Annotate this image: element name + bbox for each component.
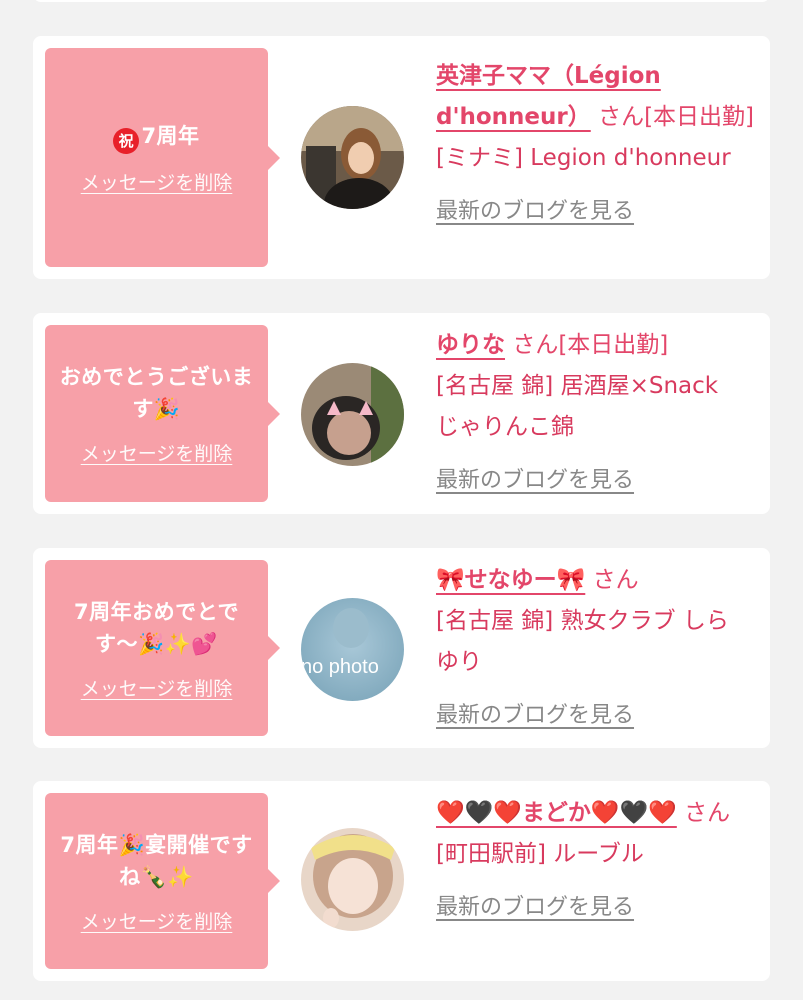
member-status: さん[本日出勤] <box>512 332 669 358</box>
no-photo-text: no photo <box>301 656 379 678</box>
message-card: 祝 7周年 メッセージを削除 英津子ママ（Légion d'honneur） さん… <box>33 36 770 279</box>
avatar[interactable] <box>301 106 404 209</box>
member-name-line: ゆりな さん[本日出勤] <box>436 325 756 366</box>
member-info: 英津子ママ（Légion d'honneur） さん[本日出勤] [ミナミ] L… <box>436 56 756 232</box>
message-bubble: おめでとうございます🎉 メッセージを削除 <box>45 325 280 502</box>
avatar[interactable] <box>301 363 404 466</box>
previous-card-edge <box>33 0 770 2</box>
member-name-link[interactable]: ❤️🖤❤️まどか❤️🖤❤️ <box>436 800 677 826</box>
member-name-line: ❤️🖤❤️まどか❤️🖤❤️ さん <box>436 793 756 834</box>
message-text: 7周年おめでとです〜🎉✨💕 <box>74 599 239 656</box>
message-card: 7周年🎉宴開催ですね🍾✨ メッセージを削除 ❤️🖤❤️まどか❤️🖤❤️ さん [… <box>33 781 770 981</box>
blog-link[interactable]: 最新のブログを見る <box>436 887 634 928</box>
shop-name: [町田駅前] ルーブル <box>436 841 644 867</box>
message-bubble: 7周年🎉宴開催ですね🍾✨ メッセージを削除 <box>45 793 280 969</box>
delete-message-link[interactable]: メッセージを削除 <box>81 168 233 195</box>
member-status: さん <box>684 800 731 826</box>
avatar[interactable]: no photo <box>301 598 404 701</box>
member-name-line: 英津子ママ（Légion d'honneur） さん[本日出勤] <box>436 56 756 138</box>
member-status: さん[本日出勤] <box>598 104 755 130</box>
member-name-line: 🎀せなゆー🎀 さん <box>436 560 756 601</box>
member-status: さん <box>592 567 639 593</box>
member-info: 🎀せなゆー🎀 さん [名古屋 錦] 熟女クラブ しらゆり 最新のブログを見る <box>436 560 756 736</box>
shop-name: [名古屋 錦] 熟女クラブ しらゆり <box>436 608 729 675</box>
message-text: おめでとうございます🎉 <box>59 365 254 421</box>
shop-name: [名古屋 錦] 居酒屋×Snack じゃりんこ錦 <box>436 373 719 440</box>
blog-link[interactable]: 最新のブログを見る <box>436 191 634 232</box>
message-card: 7周年おめでとです〜🎉✨💕 メッセージを削除 no photo 🎀せなゆー🎀 さ… <box>33 548 770 748</box>
member-name-link[interactable]: 🎀せなゆー🎀 <box>436 567 585 593</box>
member-name-link[interactable]: ゆりな <box>436 332 505 358</box>
member-info: ゆりな さん[本日出勤] [名古屋 錦] 居酒屋×Snack じゃりんこ錦 最新… <box>436 325 756 501</box>
blog-link[interactable]: 最新のブログを見る <box>436 695 634 736</box>
delete-message-link[interactable]: メッセージを削除 <box>81 674 233 701</box>
message-bubble: 祝 7周年 メッセージを削除 <box>45 48 280 267</box>
message-text: 祝 7周年 <box>113 120 199 154</box>
avatar[interactable] <box>301 828 404 931</box>
delete-message-link[interactable]: メッセージを削除 <box>81 439 233 466</box>
message-card: おめでとうございます🎉 メッセージを削除 ゆりな さん[本日出勤] [名古屋 錦… <box>33 313 770 514</box>
blog-link[interactable]: 最新のブログを見る <box>436 460 634 501</box>
message-text: 7周年🎉宴開催ですね🍾✨ <box>60 832 253 889</box>
message-bubble: 7周年おめでとです〜🎉✨💕 メッセージを削除 <box>45 560 280 736</box>
delete-message-link[interactable]: メッセージを削除 <box>81 907 233 934</box>
shop-name: [ミナミ] Legion d'honneur <box>436 145 731 171</box>
member-info: ❤️🖤❤️まどか❤️🖤❤️ さん [町田駅前] ルーブル 最新のブログを見る <box>436 793 756 928</box>
iwai-icon: 祝 <box>113 128 140 154</box>
